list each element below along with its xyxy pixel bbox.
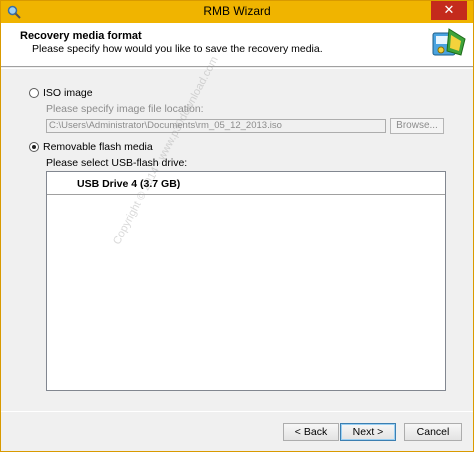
footer-divider — [1, 411, 473, 412]
window-title: RMB Wizard — [203, 4, 271, 18]
rmb-wizard-window: RMB Wizard ✕ Recovery media format Pleas… — [0, 0, 474, 452]
image-location-label: Please specify image file location: — [46, 103, 204, 115]
title-bar: RMB Wizard ✕ — [1, 1, 473, 23]
back-button[interactable]: < Back — [283, 423, 339, 441]
page-subtitle: Please specify how would you like to sav… — [32, 43, 323, 55]
wizard-logo-icon — [432, 28, 466, 56]
page-title: Recovery media format — [20, 30, 142, 42]
image-path-field[interactable]: C:\Users\Administrator\Documents\rm_05_1… — [46, 119, 386, 133]
cancel-button[interactable]: Cancel — [404, 423, 462, 441]
browse-button[interactable]: Browse... — [390, 118, 444, 134]
close-button[interactable]: ✕ — [431, 1, 467, 20]
header-divider — [1, 68, 473, 69]
iso-image-radio[interactable] — [29, 88, 39, 98]
removable-media-label[interactable]: Removable flash media — [43, 141, 153, 153]
usb-drive-name: USB Drive 4 (3.7 GB) — [77, 178, 181, 190]
iso-image-label[interactable]: ISO image — [43, 87, 93, 99]
wizard-header: Recovery media format Please specify how… — [1, 23, 473, 67]
next-button[interactable]: Next > — [340, 423, 396, 441]
usb-drive-list[interactable]: USB Drive 4 (3.7 GB) — [46, 171, 446, 391]
removable-media-radio[interactable] — [29, 142, 39, 152]
usb-drive-label: Please select USB-flash drive: — [46, 157, 188, 169]
list-item[interactable]: USB Drive 4 (3.7 GB) — [47, 172, 445, 195]
